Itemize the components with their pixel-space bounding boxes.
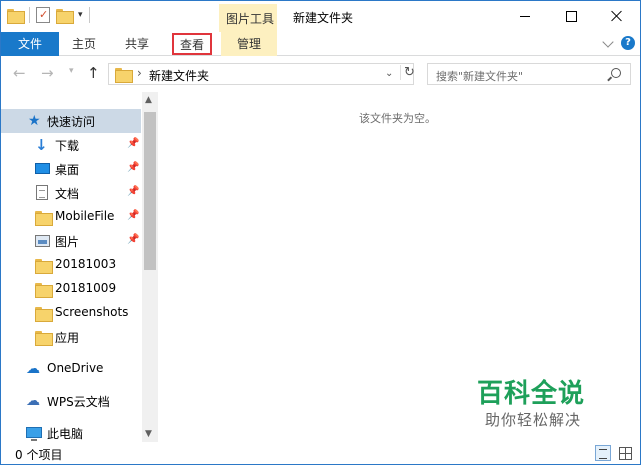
folder-icon xyxy=(35,283,53,299)
folder-icon xyxy=(7,8,25,24)
folder-icon xyxy=(35,331,53,347)
nav-item-apps[interactable]: 应用 xyxy=(1,325,141,349)
new-folder-icon[interactable] xyxy=(56,8,74,24)
customize-toolbar-dropdown-icon[interactable]: ▾ xyxy=(78,10,83,20)
nav-item-screenshots[interactable]: Screenshots xyxy=(1,301,141,325)
nav-pane-scrollbar[interactable]: ▲ ▼ xyxy=(142,92,158,442)
picture-tools-label: 图片工具 xyxy=(226,12,275,26)
recent-locations-dropdown-icon[interactable]: ▾ xyxy=(69,66,74,76)
nav-item-this-pc[interactable]: 此电脑 xyxy=(1,421,141,442)
nav-item-label: 20181009 xyxy=(55,281,117,295)
nav-item-label: WPS云文档 xyxy=(47,395,110,409)
folder-icon xyxy=(35,211,53,227)
nav-item-label: Screenshots xyxy=(55,305,129,319)
ribbon-tabs: 文件 主页 共享 查看 管理 ? xyxy=(1,32,640,56)
nav-item-downloads[interactable]: ↓ 下载 📌 xyxy=(1,133,141,157)
folder-icon xyxy=(35,259,53,275)
navigation-pane: ★ 快速访问 ↓ 下载 📌 桌面 📌 文档 📌 MobileFile 📌 图片 … xyxy=(1,92,158,442)
pin-icon[interactable]: 📌 xyxy=(127,234,139,245)
this-pc-icon xyxy=(26,427,42,441)
toolbar-separator xyxy=(29,7,30,23)
watermark-logo: 百科全说 助你轻松解决 xyxy=(477,379,585,431)
nav-item-desktop[interactable]: 桌面 📌 xyxy=(1,157,141,181)
address-bar[interactable]: › 新建文件夹 ⌄ ↻ xyxy=(108,63,415,85)
desktop-icon xyxy=(35,163,50,174)
properties-icon[interactable]: ✓ xyxy=(36,7,50,23)
nav-item-wps-cloud[interactable]: ☁ WPS云文档 xyxy=(1,389,141,413)
folder-icon xyxy=(115,68,133,83)
navigation-bar: ← → ▾ ↑ › 新建文件夹 ⌄ ↻ 搜索"新建文件夹" xyxy=(1,57,640,91)
expand-ribbon-chevron-icon[interactable] xyxy=(602,36,614,48)
document-icon xyxy=(36,185,48,200)
star-icon: ★ xyxy=(28,113,41,129)
pin-icon[interactable]: 📌 xyxy=(127,162,139,173)
empty-folder-message: 该文件夹为空。 xyxy=(359,112,436,125)
pin-icon[interactable]: 📌 xyxy=(127,186,139,197)
back-arrow-icon[interactable]: ← xyxy=(13,65,26,81)
forward-arrow-icon[interactable]: → xyxy=(41,65,54,81)
scrollbar-thumb[interactable] xyxy=(144,112,156,270)
refresh-icon[interactable]: ↻ xyxy=(400,65,415,80)
help-icon[interactable]: ? xyxy=(621,36,635,50)
pin-icon[interactable]: 📌 xyxy=(127,138,139,149)
file-explorer-window: ✓ ▾ 图片工具 新建文件夹 文件 主页 共享 查看 管理 ? ← → ▾ ↑ … xyxy=(0,0,641,465)
folder-icon xyxy=(35,307,53,323)
large-icons-view-icon[interactable] xyxy=(617,445,633,461)
window-title: 新建文件夹 xyxy=(293,11,354,25)
nav-item-onedrive[interactable]: ☁ OneDrive xyxy=(1,357,141,381)
breadcrumb-chevron-icon[interactable]: › xyxy=(137,66,142,80)
nav-item-label: 20181003 xyxy=(55,257,117,271)
scroll-up-icon[interactable]: ▲ xyxy=(145,95,152,105)
tab-view[interactable]: 查看 xyxy=(172,33,212,55)
nav-item-label: 桌面 xyxy=(55,163,80,177)
toolbar-separator xyxy=(88,7,90,23)
close-button[interactable] xyxy=(594,1,640,31)
tab-file[interactable]: 文件 xyxy=(1,32,59,56)
nav-item-label: 应用 xyxy=(55,331,80,345)
title-bar: ✓ ▾ 图片工具 新建文件夹 xyxy=(1,1,640,32)
nav-item-mobilefile[interactable]: MobileFile 📌 xyxy=(1,205,141,229)
tab-manage[interactable]: 管理 xyxy=(221,32,277,56)
pin-icon[interactable]: 📌 xyxy=(127,210,139,221)
nav-item-quick-access[interactable]: ★ 快速访问 xyxy=(1,109,141,133)
nav-item-label: 文档 xyxy=(55,187,80,201)
status-bar: 0 个项目 xyxy=(1,442,640,464)
tab-home[interactable]: 主页 xyxy=(59,32,109,56)
download-icon: ↓ xyxy=(35,136,48,154)
nav-item-pictures[interactable]: 图片 📌 xyxy=(1,229,141,253)
nav-item-folder-20181009[interactable]: 20181009 xyxy=(1,277,141,301)
quick-access-toolbar: ✓ ▾ xyxy=(7,7,90,24)
nav-item-label: 快速访问 xyxy=(47,115,96,129)
nav-item-label: 此电脑 xyxy=(47,427,84,441)
wps-cloud-icon: ☁ xyxy=(26,393,40,409)
nav-item-label: MobileFile xyxy=(55,209,115,223)
nav-item-folder-20181003[interactable]: 20181003 xyxy=(1,253,141,277)
details-view-icon[interactable] xyxy=(595,445,611,461)
window-controls xyxy=(502,1,640,31)
search-box[interactable]: 搜索"新建文件夹" xyxy=(427,63,631,85)
address-dropdown-icon[interactable]: ⌄ xyxy=(385,68,393,79)
watermark-subtitle: 助你轻松解决 xyxy=(485,411,582,429)
watermark-title: 百科全说 xyxy=(477,379,586,409)
nav-item-label: 图片 xyxy=(55,235,80,249)
breadcrumb-current-folder[interactable]: 新建文件夹 xyxy=(149,67,209,84)
nav-item-label: OneDrive xyxy=(47,361,104,375)
tab-share[interactable]: 共享 xyxy=(109,32,165,56)
item-count: 0 个项目 xyxy=(15,448,63,462)
search-placeholder[interactable]: 搜索"新建文件夹" xyxy=(436,68,523,84)
picture-tools-group: 图片工具 xyxy=(219,4,277,32)
up-arrow-icon[interactable]: ↑ xyxy=(87,64,100,82)
nav-item-documents[interactable]: 文档 📌 xyxy=(1,181,141,205)
minimize-button[interactable] xyxy=(502,1,548,31)
pictures-icon xyxy=(35,235,50,247)
nav-item-label: 下载 xyxy=(55,139,80,153)
maximize-button[interactable] xyxy=(548,1,594,31)
search-icon[interactable] xyxy=(611,68,621,78)
onedrive-icon: ☁ xyxy=(26,361,40,377)
scroll-down-icon[interactable]: ▼ xyxy=(145,429,152,439)
